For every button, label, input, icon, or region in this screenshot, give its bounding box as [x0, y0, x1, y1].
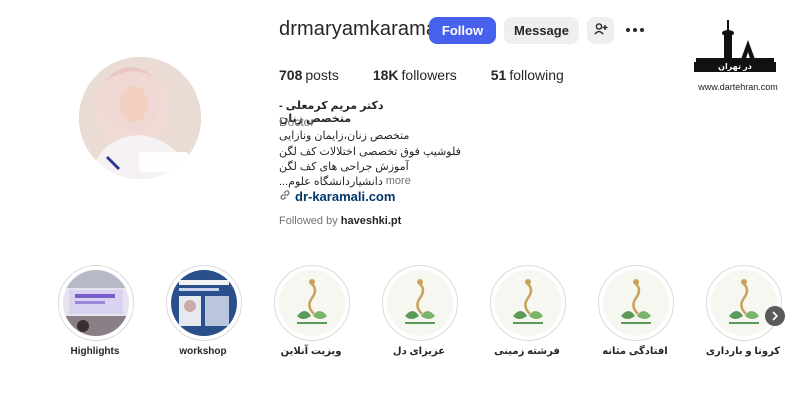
highlight-label: Highlights [70, 346, 120, 357]
followers-stat[interactable]: 18K followers [373, 67, 457, 83]
bio-website-link[interactable]: dr-karamali.com [279, 189, 395, 204]
bio-line: متخصص زنان،زایمان ونازایی [279, 130, 410, 142]
bio-category: Doctor [279, 115, 315, 129]
highlight-item[interactable] [166, 265, 242, 341]
add-user-icon [593, 23, 608, 38]
watermark-url: www.dartehran.com [698, 82, 778, 92]
highlight-item[interactable] [706, 265, 782, 341]
highlight-item[interactable] [274, 265, 350, 341]
highlight-item[interactable] [490, 265, 566, 341]
followed-by[interactable]: Followed by haveshki.pt [279, 215, 401, 227]
bio-line: فلوشیپ فوق تخصصی اختلالات کف لگن [279, 146, 461, 158]
chevron-right-icon[interactable] [765, 306, 785, 326]
highlight-label: عزیزای دل [392, 346, 446, 357]
bio-line: آموزش جراحی های کف لگن [279, 161, 409, 173]
bio-line: دانشیاردانشگاه علوم... [279, 176, 383, 188]
suggested-users-button[interactable] [587, 17, 614, 44]
bio-last-line: دانشیاردانشگاه علوم... more [279, 175, 411, 188]
watermark-brand: در تهران [718, 62, 752, 71]
highlight-logo-cover [495, 270, 561, 336]
highlight-logo-cover [711, 270, 777, 336]
bio-more-link[interactable]: more [386, 175, 411, 188]
highlight-cover [63, 270, 129, 336]
more-options-icon[interactable] [624, 20, 646, 40]
following-stat[interactable]: 51 following [491, 67, 564, 83]
profile-stats: 708 posts 18K followers 51 following [279, 67, 598, 83]
highlight-label: افتادگی مثانه [602, 346, 668, 357]
link-icon [279, 189, 291, 204]
highlight-logo-cover [279, 270, 345, 336]
highlight-label: ویزیت آنلاین [280, 346, 342, 357]
profile-avatar[interactable] [79, 57, 201, 179]
highlight-label: کرونا و بارداری [705, 346, 781, 357]
bio-website-text: dr-karamali.com [295, 189, 396, 204]
follow-button[interactable]: Follow [429, 17, 496, 44]
highlight-logo-cover [387, 270, 453, 336]
highlight-label: workshop [179, 346, 227, 357]
highlight-label: فرشته زمینی [494, 346, 560, 357]
profile-username: drmaryamkaramali [279, 18, 447, 40]
highlight-item[interactable] [382, 265, 458, 341]
highlight-logo-cover [603, 270, 669, 336]
highlight-item[interactable] [58, 265, 134, 341]
message-button[interactable]: Message [504, 17, 579, 44]
highlight-item[interactable] [598, 265, 674, 341]
posts-stat[interactable]: 708 posts [279, 67, 339, 83]
highlight-cover [171, 270, 237, 336]
